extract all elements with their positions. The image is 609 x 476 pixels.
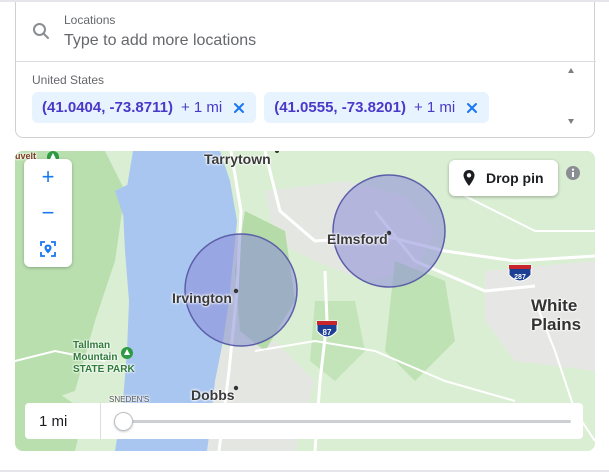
- radius-control: 1 mi: [25, 403, 583, 439]
- locate-button[interactable]: [24, 231, 72, 267]
- tallman-line-1: Tallman: [73, 340, 111, 351]
- zoom-in-button[interactable]: +: [24, 159, 72, 195]
- location-chip[interactable]: (41.0555, -73.8201) + 1 mi: [264, 92, 490, 123]
- divider: [16, 61, 596, 62]
- map-label-irvington: Irvington: [172, 290, 232, 306]
- tallman-line-2: Mountain: [73, 352, 118, 363]
- chip-coordinates: (41.0555, -73.8201): [274, 99, 406, 116]
- map-label-dobbs: Dobbs: [191, 387, 235, 403]
- radius-slider-thumb[interactable]: [113, 412, 133, 431]
- radius-slider-track[interactable]: [123, 420, 571, 423]
- location-chips: (41.0404, -73.8711) + 1 mi (41.0555, -73…: [32, 92, 490, 123]
- radius-value: 1 mi: [25, 403, 101, 439]
- interstate-287-shield: 287: [508, 264, 532, 282]
- remove-location-icon[interactable]: [465, 101, 479, 115]
- drop-pin-label: Drop pin: [486, 170, 544, 186]
- locations-panel: Locations United States (41.0404, -73.87…: [15, 2, 596, 138]
- interstate-87-shield: 87: [316, 320, 338, 338]
- country-label: United States: [32, 73, 105, 87]
- map[interactable]: 87 287 uvelt Tarrytown Elmsford Irvingto…: [15, 151, 595, 451]
- chips-scrollbar[interactable]: [566, 64, 576, 128]
- info-icon[interactable]: [565, 165, 581, 181]
- map-label-tallman: Tallman Mountain STATE PARK: [73, 340, 135, 376]
- tallman-line-3: STATE PARK: [73, 364, 135, 375]
- map-label-tarrytown: Tarrytown: [204, 151, 271, 167]
- location-chip[interactable]: (41.0404, -73.8711) + 1 mi: [32, 92, 257, 123]
- svg-text:287: 287: [514, 274, 526, 281]
- scroll-down-arrow[interactable]: [568, 119, 574, 124]
- chip-coordinates: (41.0404, -73.8711): [42, 99, 173, 116]
- remove-location-icon[interactable]: [232, 101, 246, 115]
- map-label-elmsford: Elmsford: [327, 231, 388, 247]
- search-icon: [33, 23, 49, 39]
- locations-label: Locations: [64, 13, 116, 27]
- chip-radius: + 1 mi: [413, 99, 456, 116]
- chip-radius: + 1 mi: [180, 99, 223, 116]
- svg-text:87: 87: [323, 328, 332, 337]
- locate-icon: [40, 241, 56, 257]
- map-label-plains: Plains: [531, 315, 582, 334]
- zoom-out-button[interactable]: −: [24, 195, 72, 231]
- map-pin-icon: [463, 170, 475, 186]
- drop-pin-button[interactable]: Drop pin: [449, 160, 558, 196]
- map-zoom-controls: + −: [24, 159, 72, 267]
- map-label-white: White: [531, 296, 578, 315]
- bottom-border: [0, 470, 609, 472]
- locations-search-input[interactable]: [64, 30, 564, 52]
- scroll-up-arrow[interactable]: [568, 68, 574, 73]
